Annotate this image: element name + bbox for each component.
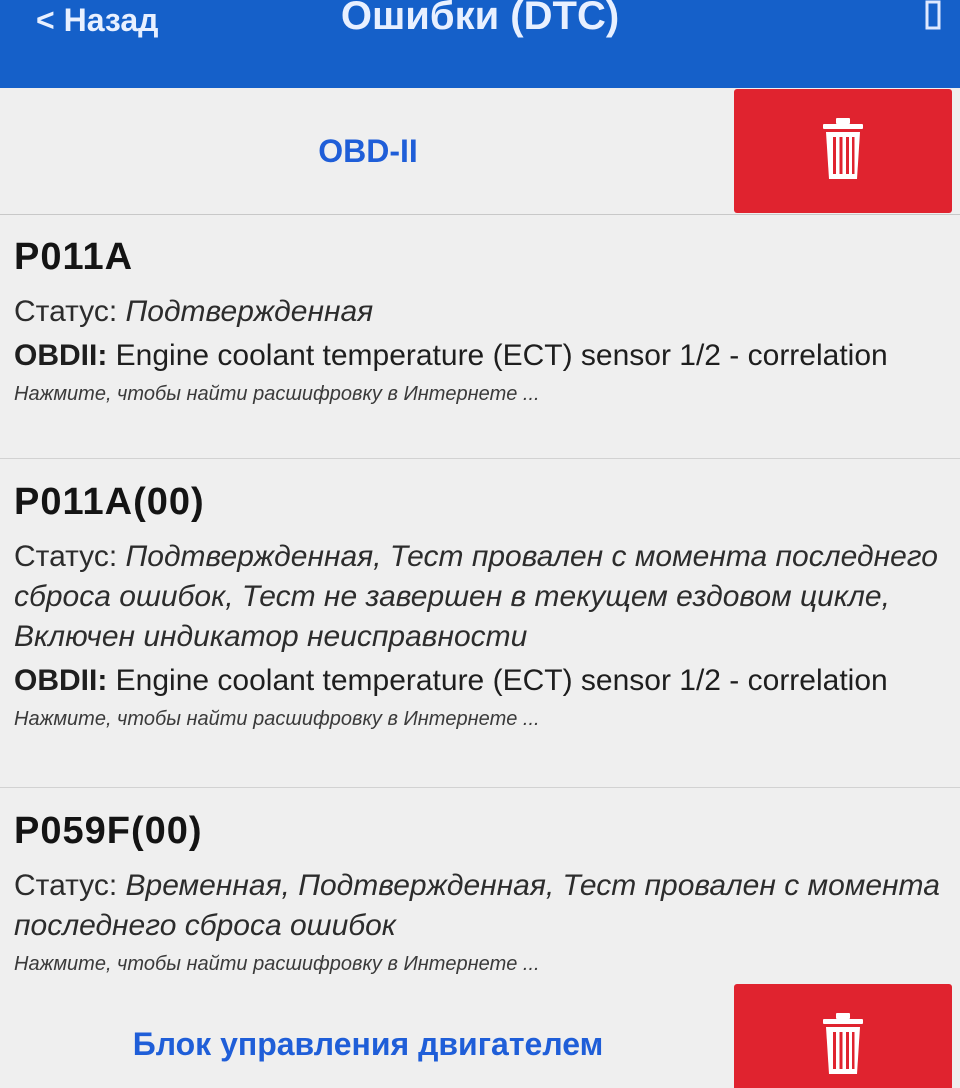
dtc-screen: < Назад Ошибки (DTC) OBD-II P011A Статус… bbox=[0, 0, 960, 1088]
dtc-list-item[interactable]: P059F(00) Статус: Временная, Подтвержден… bbox=[0, 788, 960, 985]
dtc-list-item[interactable]: P011A Статус: Подтвержденная OBDII: Engi… bbox=[0, 214, 960, 459]
lookup-hint: Нажмите, чтобы найти расшифровку в Интер… bbox=[14, 708, 540, 730]
section-header-engine-ecu: Блок управления двигателем bbox=[0, 984, 960, 1088]
trash-icon bbox=[821, 1011, 865, 1082]
section-title: Блок управления двигателем bbox=[132, 1025, 604, 1062]
status-value: Подтвержденная, Тест провален с момента … bbox=[14, 540, 938, 653]
page-title: Ошибки (DTC) bbox=[340, 0, 620, 38]
dtc-status: Статус: Подтвержденная bbox=[14, 292, 946, 332]
share-icon[interactable] bbox=[924, 0, 944, 32]
trash-icon bbox=[821, 116, 865, 187]
status-label: Статус: bbox=[14, 869, 118, 902]
dtc-code: P011A(00) bbox=[14, 481, 205, 523]
status-label: Статус: bbox=[14, 540, 118, 573]
lookup-hint: Нажмите, чтобы найти расшифровку в Интер… bbox=[14, 383, 540, 405]
dtc-code: P011A bbox=[14, 236, 134, 278]
dtc-description: OBDII: Engine coolant temperature (ECT) … bbox=[14, 661, 946, 701]
status-value: Временная, Подтвержденная, Тест провален… bbox=[14, 869, 940, 942]
desc-text: Engine coolant temperature (ECT) sensor … bbox=[115, 339, 888, 372]
section-title: OBD-II bbox=[318, 132, 418, 169]
section-header-obd2: OBD-II bbox=[0, 88, 960, 215]
dtc-list: P011A Статус: Подтвержденная OBDII: Engi… bbox=[0, 214, 960, 985]
dtc-description: OBDII: Engine coolant temperature (ECT) … bbox=[14, 336, 946, 376]
delete-engine-errors-button[interactable] bbox=[734, 984, 952, 1088]
dtc-list-item[interactable]: P011A(00) Статус: Подтвержденная, Тест п… bbox=[0, 459, 960, 788]
status-value: Подтвержденная bbox=[125, 295, 374, 328]
desc-prefix: OBDII: bbox=[14, 664, 108, 697]
dtc-status: Статус: Временная, Подтвержденная, Тест … bbox=[14, 866, 946, 946]
desc-prefix: OBDII: bbox=[14, 339, 108, 372]
status-label: Статус: bbox=[14, 295, 118, 328]
delete-all-button[interactable] bbox=[734, 89, 952, 213]
top-navbar: < Назад Ошибки (DTC) bbox=[0, 0, 960, 90]
dtc-code: P059F(00) bbox=[14, 810, 203, 852]
dtc-status: Статус: Подтвержденная, Тест провален с … bbox=[14, 537, 946, 657]
desc-text: Engine coolant temperature (ECT) sensor … bbox=[115, 664, 888, 697]
